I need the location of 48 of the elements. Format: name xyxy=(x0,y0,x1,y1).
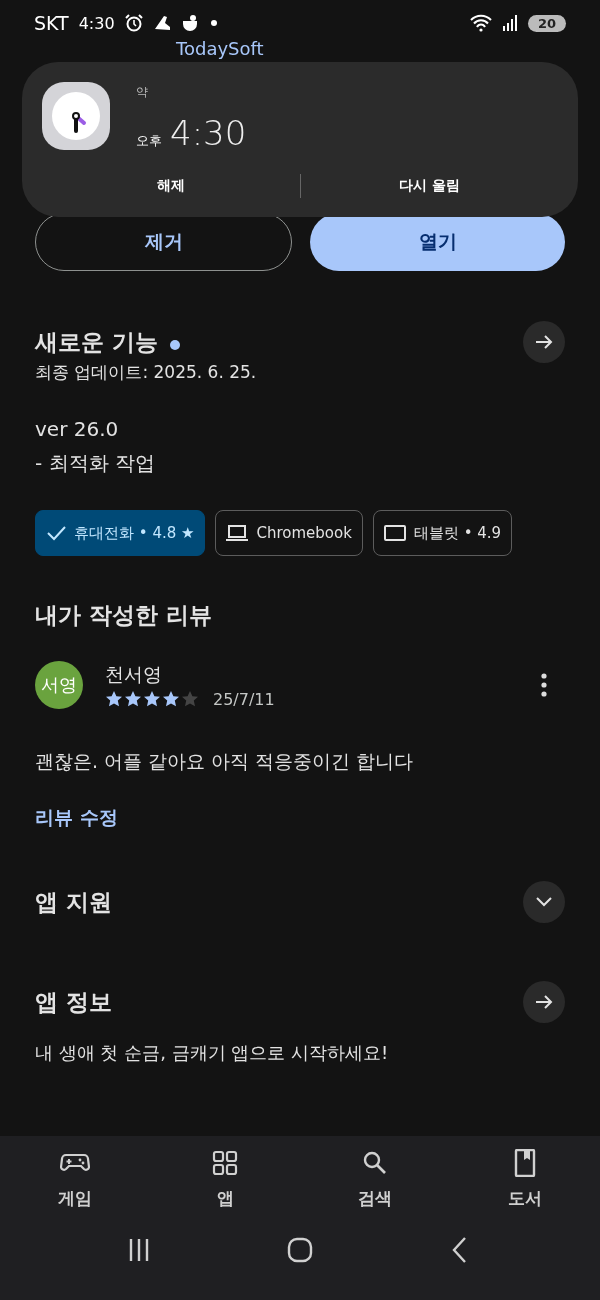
home-button[interactable] xyxy=(285,1235,315,1265)
whats-new-arrow-button[interactable] xyxy=(523,321,565,363)
star-icon xyxy=(124,690,142,708)
signal-icon xyxy=(501,15,518,31)
alarm-time: 4:30 xyxy=(170,113,247,153)
app-info-arrow-button[interactable] xyxy=(523,981,565,1023)
chevron-down-icon xyxy=(536,897,552,907)
review-text: 괜찮은. 어플 같아요 아직 적응중이긴 합니다 xyxy=(34,749,415,774)
star-icon xyxy=(162,690,180,708)
section-title: 내가 작성한 리뷰 xyxy=(35,602,212,628)
device-filter-chip[interactable]: 태블릿 • 4.9 xyxy=(372,510,513,556)
release-note-line: - 최적화 작업 xyxy=(35,450,156,477)
alarm-action-button[interactable]: 해제 xyxy=(42,171,300,201)
star-icon xyxy=(143,690,161,708)
edit-review-link[interactable]: 리뷰 수정 xyxy=(35,805,118,831)
alarm-label: 약 xyxy=(136,84,149,101)
nav-tab[interactable]: 도서 xyxy=(450,1148,600,1211)
status-time: 4:30 xyxy=(78,13,115,33)
nav-tab[interactable]: 검색 xyxy=(300,1148,450,1211)
reviewer-name: 천서영 xyxy=(105,661,163,687)
alarm-icon xyxy=(124,14,143,32)
device-filter-chip[interactable]: Chromebook xyxy=(215,510,363,556)
review-date: 25/7/11 xyxy=(213,689,275,709)
tablet-icon xyxy=(383,524,406,542)
device-filter-chip[interactable]: 휴대전화 • 4.8 ★ xyxy=(35,510,206,556)
more-icon xyxy=(541,673,547,697)
section-title: 앱 정보 xyxy=(35,988,112,1015)
battery-level: 20 xyxy=(527,14,566,32)
star-icon xyxy=(105,690,123,708)
nav-tab[interactable]: 게임 xyxy=(0,1148,150,1211)
carrier-name: SKT xyxy=(34,12,69,34)
app-description: 내 생애 첫 순금, 금캐기 앱으로 시작하세요! xyxy=(34,1041,390,1065)
section-title: 앱 지원 xyxy=(35,888,112,915)
nav-tab[interactable]: 앱 xyxy=(150,1148,300,1211)
wifi-icon xyxy=(469,14,492,32)
star-icon xyxy=(181,690,199,708)
release-note-line: ver 26.0 xyxy=(35,416,120,443)
clock-icon xyxy=(51,91,101,141)
apps-grid-icon xyxy=(210,1149,240,1177)
expand-button[interactable] xyxy=(523,881,565,923)
last-updated-text: 최종 업데이트: 2025. 6. 25. xyxy=(34,361,258,384)
alarm-action-button[interactable]: 다시 울림 xyxy=(300,171,558,201)
avatar: 서영 xyxy=(35,661,83,709)
laptop-icon xyxy=(226,524,249,542)
dot-icon xyxy=(210,20,217,26)
app-title: TodaySoft xyxy=(176,38,264,59)
alarm-ampm: 오후 xyxy=(136,132,162,150)
section-title: 새로운 기능 xyxy=(35,328,158,355)
